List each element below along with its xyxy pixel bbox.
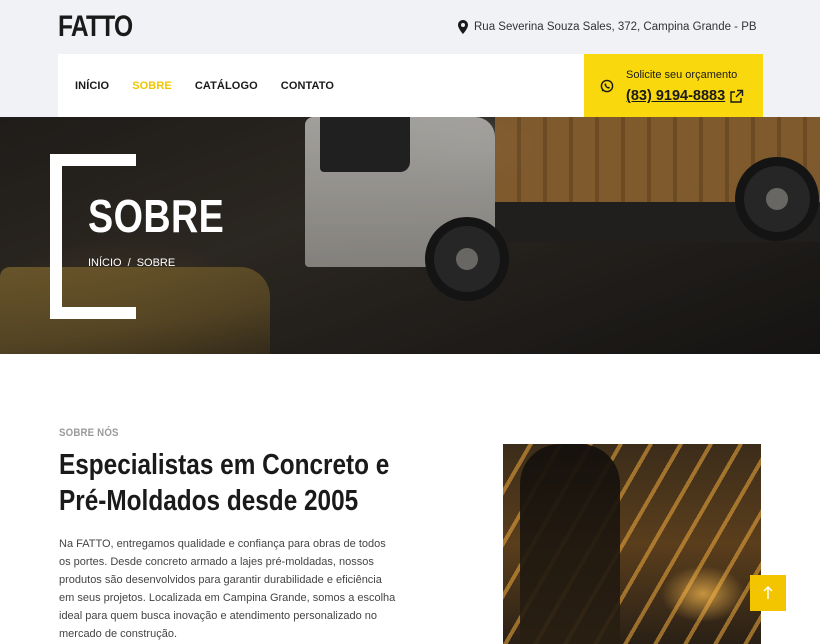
phone-number: (83) 9194-8883 bbox=[626, 88, 726, 104]
about-photo-worker bbox=[520, 444, 620, 644]
main-nav: INÍCIO SOBRE CATÁLOGO CONTATO bbox=[58, 54, 584, 117]
address-text: Rua Severina Souza Sales, 372, Campina G… bbox=[474, 21, 757, 33]
hero-banner: SOBRE INÍCIO / SOBRE bbox=[0, 117, 820, 354]
logo[interactable]: FATTO bbox=[58, 10, 133, 44]
phone-link[interactable]: (83) 9194-8883 bbox=[626, 88, 744, 104]
nav-item-sobre[interactable]: SOBRE bbox=[132, 80, 172, 92]
breadcrumb: INÍCIO / SOBRE bbox=[88, 257, 175, 269]
address: Rua Severina Souza Sales, 372, Campina G… bbox=[458, 20, 757, 34]
external-link-icon bbox=[730, 89, 744, 103]
quote-cta[interactable]: Solicite seu orçamento (83) 9194-8883 bbox=[584, 54, 763, 117]
quote-label: Solicite seu orçamento bbox=[626, 69, 738, 81]
scroll-to-top-button[interactable] bbox=[750, 575, 786, 611]
section-title: Especialistas em Concreto e Pré-Moldados… bbox=[59, 449, 390, 517]
breadcrumb-home[interactable]: INÍCIO bbox=[88, 257, 122, 269]
nav-item-catalogo[interactable]: CATÁLOGO bbox=[195, 80, 258, 92]
map-pin-icon bbox=[458, 20, 468, 34]
breadcrumb-current: SOBRE bbox=[136, 257, 176, 269]
arrow-up-icon bbox=[763, 586, 773, 599]
whatsapp-icon bbox=[600, 79, 614, 93]
breadcrumb-separator: / bbox=[127, 257, 131, 269]
nav-item-inicio[interactable]: INÍCIO bbox=[75, 80, 109, 92]
nav-item-contato[interactable]: CONTATO bbox=[281, 80, 334, 92]
page-title: SOBRE bbox=[88, 190, 225, 242]
section-eyebrow: SOBRE NÓS bbox=[59, 427, 119, 439]
about-paragraph: Na FATTO, entregamos qualidade e confian… bbox=[59, 538, 396, 640]
